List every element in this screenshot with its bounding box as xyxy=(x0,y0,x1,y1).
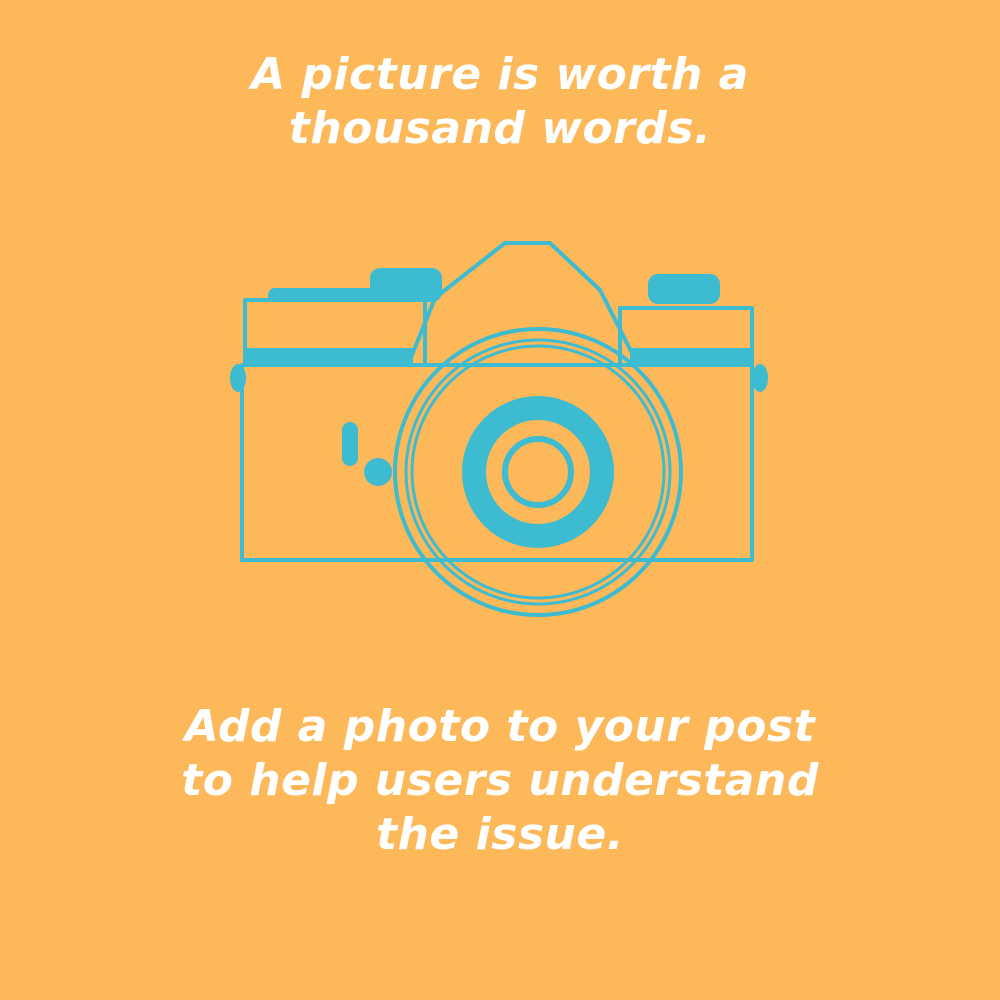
self-timer-light xyxy=(342,422,358,466)
left-strap-lug xyxy=(230,364,246,392)
caption-line-3: the issue. xyxy=(376,809,624,860)
headline: A picture is worth a thousand words. xyxy=(0,48,1000,156)
caption-line-2: to help users understand xyxy=(181,755,819,806)
lens-glass xyxy=(462,396,614,548)
headline-line-2: thousand words. xyxy=(288,103,712,154)
camera-icon xyxy=(230,241,768,617)
right-strap-lug xyxy=(752,364,768,392)
caption: Add a photo to your post to help users u… xyxy=(0,700,1000,862)
left-band xyxy=(245,348,413,366)
self-timer-dot xyxy=(364,458,392,486)
right-band xyxy=(630,348,752,366)
headline-line-1: A picture is worth a xyxy=(251,49,749,100)
lens-ring-2 xyxy=(404,338,672,606)
caption-line-1: Add a photo to your post xyxy=(184,701,816,752)
lens-inner-ring xyxy=(502,436,574,508)
right-button xyxy=(648,274,720,304)
left-dial xyxy=(268,288,378,302)
promo-card: A picture is worth a thousand words. Add… xyxy=(0,0,1000,1000)
shutter-button xyxy=(370,268,442,302)
lens-outer-ring xyxy=(393,327,683,617)
